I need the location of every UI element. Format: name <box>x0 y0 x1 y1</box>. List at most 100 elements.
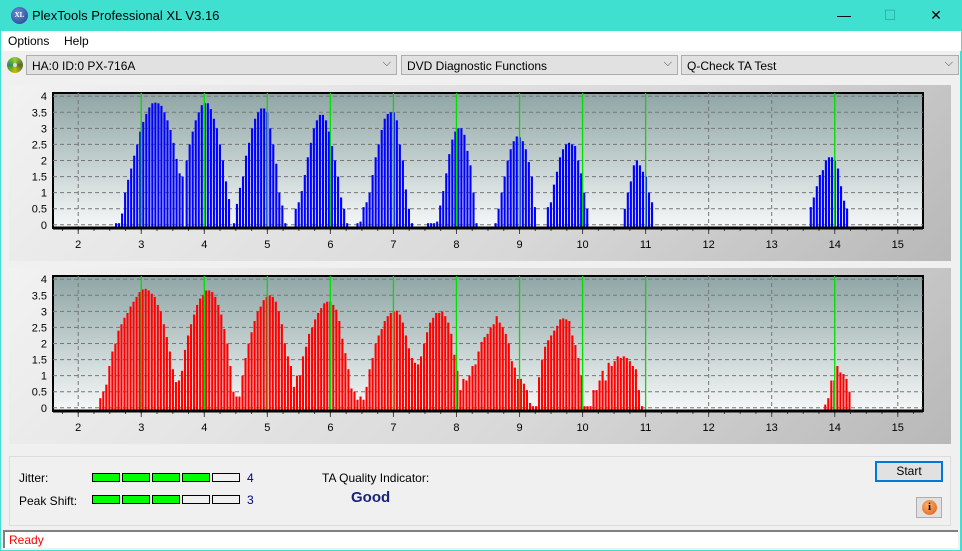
bar-3T <box>163 112 166 228</box>
bar-3T <box>277 311 280 411</box>
bar-3T <box>492 324 495 411</box>
bar-3T <box>522 383 525 411</box>
maximize-button[interactable]: ☐ <box>867 0 913 31</box>
bar-3T <box>274 301 277 411</box>
test-select[interactable]: Q-Check TA Test ⌵ <box>681 55 959 75</box>
bar-14T <box>839 186 843 228</box>
bar-3T <box>196 304 199 411</box>
bar-3T <box>295 375 299 411</box>
bar-3T <box>386 316 389 411</box>
bar-6T <box>330 146 334 228</box>
bar-3T <box>441 311 444 411</box>
bar-3T <box>301 356 305 411</box>
bar-6T <box>312 128 315 228</box>
bar-10T <box>546 207 549 228</box>
y-tick-label: 2 <box>41 339 47 351</box>
bar-3T <box>444 316 447 411</box>
bar-3T <box>450 333 453 411</box>
bar-3T <box>335 309 338 411</box>
bar-3T <box>126 312 129 411</box>
bar-6T <box>309 142 312 228</box>
x-tick-label: 8 <box>453 422 459 434</box>
app-logo-icon: XL <box>11 7 28 24</box>
bar-3T <box>607 362 610 411</box>
y-tick-label: 0 <box>41 220 47 232</box>
bar-10T <box>583 192 586 228</box>
info-button[interactable]: i <box>916 497 942 518</box>
bar-7T <box>374 157 377 228</box>
bar-3T <box>151 103 154 228</box>
bar-3T <box>628 361 631 411</box>
bar-6T <box>333 160 337 228</box>
bar-9T <box>521 141 524 228</box>
x-tick-label: 9 <box>516 422 522 434</box>
bar-3T <box>547 340 550 411</box>
bar-3T <box>383 321 386 411</box>
bar-6T <box>318 114 321 228</box>
x-tick-label: 4 <box>201 239 207 251</box>
bar-10T <box>574 146 577 228</box>
info-icon: i <box>922 500 937 515</box>
bar-3T <box>127 179 130 228</box>
bar-3T <box>380 329 383 411</box>
bar-3T <box>178 173 181 228</box>
bar-14T <box>848 391 851 411</box>
bar-7T <box>395 120 398 228</box>
minimize-button[interactable]: — <box>821 0 867 31</box>
x-tick-label: 2 <box>75 422 81 434</box>
bar-3T <box>283 343 286 411</box>
bar-3T <box>135 296 138 411</box>
bar-3T <box>553 330 556 411</box>
bar-5T <box>269 128 272 228</box>
bar-3T <box>159 311 162 411</box>
x-tick-label: 7 <box>390 422 396 434</box>
bar-3T <box>410 357 414 411</box>
start-button[interactable]: Start <box>875 461 943 482</box>
bar-3T <box>416 364 420 411</box>
bar-3T <box>429 322 432 411</box>
bar-3T <box>180 370 184 411</box>
function-select-value: DVD Diagnostic Functions <box>407 59 548 73</box>
bar-3T <box>168 351 171 411</box>
bar-14T <box>815 186 818 228</box>
bar-10T <box>558 157 562 228</box>
bar-14T <box>836 168 840 228</box>
bar-3T <box>577 357 580 411</box>
bar-9T <box>530 176 533 228</box>
bar-8T <box>466 150 469 228</box>
y-tick-label: 2 <box>41 156 47 168</box>
bar-3T <box>459 390 462 411</box>
bar-3T <box>595 390 598 411</box>
y-tick-label: 3 <box>41 123 47 135</box>
bar-3T <box>117 330 120 411</box>
y-tick-label: 1 <box>41 188 47 200</box>
bar-3T <box>404 335 407 411</box>
bar-14T <box>839 372 842 411</box>
bar-7T <box>389 112 392 228</box>
bar-3T <box>438 312 441 411</box>
bar-6T <box>337 176 340 228</box>
bar-4T <box>206 103 209 228</box>
menu-options[interactable]: Options <box>8 34 49 48</box>
function-select[interactable]: DVD Diagnostic Functions ⌵ <box>401 55 678 75</box>
bar-11T <box>632 165 635 228</box>
bar-3T <box>468 375 471 411</box>
bar-5T <box>254 118 257 228</box>
bar-3T <box>193 314 196 411</box>
peak-shift-segment <box>212 495 240 504</box>
menu-help[interactable]: Help <box>64 34 89 48</box>
bar-14T <box>809 207 812 228</box>
bar-3T <box>244 357 247 411</box>
bar-14T <box>821 170 824 228</box>
peak-shift-segment <box>92 495 120 504</box>
drive-select[interactable]: HA:0 ID:0 PX-716A ⌵ <box>26 55 397 75</box>
drive-select-value: HA:0 ID:0 PX-716A <box>32 59 136 73</box>
chart-top-panel: 0 0.5 1 1.5 2 2.5 3 3.5 4 2 3 4 5 6 7 8 9 10 11 12 13 14 15 <box>9 85 951 261</box>
bar-14T <box>843 200 846 228</box>
bar-3T <box>208 290 211 411</box>
x-tick-label: 7 <box>390 239 396 251</box>
bar-11T <box>641 171 645 228</box>
close-button[interactable]: ✕ <box>913 0 959 31</box>
bar-4T <box>215 128 218 228</box>
bar-3T <box>501 327 504 411</box>
